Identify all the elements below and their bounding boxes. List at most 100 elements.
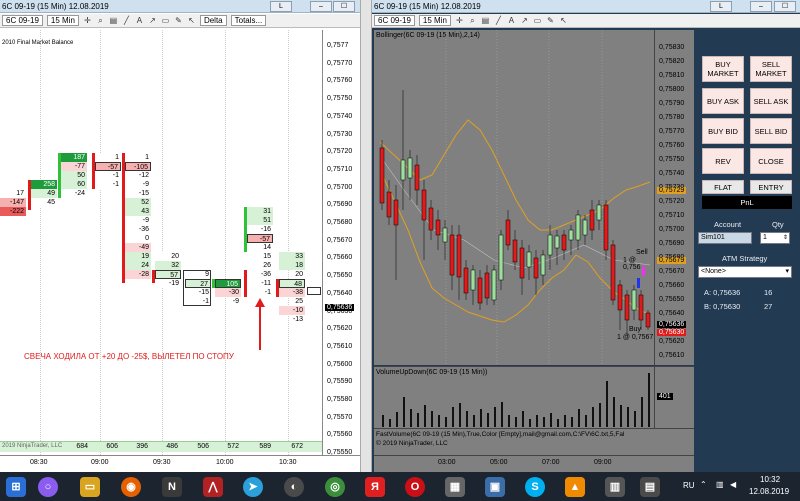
- delta-select[interactable]: Delta: [199, 15, 227, 26]
- price-tick-label: 0,75560: [327, 431, 353, 439]
- taskbar: ⊞ ○ ▭ ◉ N ⋀ ➤ ◐ ◎ Я O ▦ ▣ S ▲ ▥ ▤ RU ⌃ ▥…: [0, 472, 800, 501]
- right-price-axis[interactable]: 0,75830 0,75820 0,75810 0,75800 0,75790 0,757…: [654, 30, 694, 365]
- calculator-icon[interactable]: ▤: [640, 477, 660, 497]
- left-minimize-button[interactable]: –: [310, 1, 332, 12]
- price-chart[interactable]: Bollinger(6C 09-19 (15 Min),2,14) Sell 1…: [374, 30, 654, 365]
- left-interval-select[interactable]: 15 Min: [46, 15, 79, 26]
- account-select[interactable]: Sim101: [698, 232, 752, 244]
- ninjatrader-icon[interactable]: N: [162, 477, 182, 497]
- vlc-icon[interactable]: ▲: [565, 477, 585, 497]
- right-minimize-button[interactable]: –: [750, 1, 772, 12]
- time-label: 07:00: [542, 459, 560, 466]
- telegram-icon[interactable]: ➤: [243, 477, 263, 497]
- pointer-icon[interactable]: ↖: [559, 16, 568, 25]
- footprint-cell: 33: [279, 252, 305, 261]
- right-interval-select[interactable]: 15 Min: [418, 15, 451, 26]
- footer-line-2: © 2019 NinjaTrader, LLC: [376, 440, 448, 447]
- app-icon[interactable]: ▣: [485, 477, 505, 497]
- window-divider: [360, 0, 372, 472]
- footprint-cell: -36: [125, 225, 151, 234]
- trading-app-icon[interactable]: ⋀: [203, 477, 223, 497]
- price-tick-label: 0,75670: [659, 268, 685, 275]
- volume-axis: 401: [654, 366, 694, 428]
- app-icon[interactable]: ◐: [284, 477, 304, 497]
- buy-bid-button[interactable]: BUY BID: [702, 118, 744, 144]
- atm-select[interactable]: <None> ▾: [698, 266, 792, 278]
- yandex-icon[interactable]: Я: [365, 477, 385, 497]
- arrow-tool-icon[interactable]: ↗: [520, 16, 529, 25]
- crosshair-icon[interactable]: ✛: [83, 16, 92, 25]
- app-icon[interactable]: ▦: [445, 477, 465, 497]
- language-indicator[interactable]: RU: [683, 481, 695, 490]
- text-tool-icon[interactable]: A: [135, 16, 144, 25]
- tray-chevron-icon[interactable]: ⌃: [700, 480, 707, 489]
- volume-bars: [382, 373, 650, 427]
- right-instrument-select[interactable]: 6C 09-19: [374, 15, 415, 26]
- total-cell: 672: [291, 443, 303, 450]
- properties-icon[interactable]: ▤: [481, 16, 490, 25]
- alice-icon[interactable]: ○: [38, 477, 58, 497]
- bid-size: 27: [764, 302, 773, 311]
- footprint-cell: -30: [215, 288, 241, 297]
- qty-spinner-icon[interactable]: ⇕: [783, 233, 788, 243]
- left-window-button[interactable]: L: [270, 1, 292, 12]
- skype-icon[interactable]: S: [525, 477, 545, 497]
- crosshair-icon[interactable]: ✛: [455, 16, 464, 25]
- right-titlebar[interactable]: 6C 09-19 (15 Min) 12.08.2019 L – ☐: [372, 0, 800, 13]
- app-icon[interactable]: ▥: [605, 477, 625, 497]
- close-button[interactable]: CLOSE: [750, 148, 792, 174]
- windows-start-icon[interactable]: ⊞: [6, 477, 26, 497]
- qty-input[interactable]: 1 ⇕: [760, 232, 790, 244]
- price-tick-label: 0,75610: [659, 352, 685, 359]
- chrome-icon[interactable]: ◎: [325, 477, 345, 497]
- footprint-cell: 48: [279, 279, 305, 288]
- opera-icon[interactable]: O: [405, 477, 425, 497]
- totals-select[interactable]: Totals...: [230, 15, 267, 26]
- entry-button[interactable]: ENTRY: [750, 180, 792, 194]
- pencil-icon[interactable]: ✎: [174, 16, 183, 25]
- pencil-icon[interactable]: ✎: [546, 16, 555, 25]
- firefox-icon[interactable]: ◉: [121, 477, 141, 497]
- left-price-axis[interactable]: 0,7577 0,75770 0,75760 0,75750 0,75740 0,7573…: [322, 30, 360, 456]
- arrow-tool-icon[interactable]: ↗: [148, 16, 157, 25]
- rect-tool-icon[interactable]: ▭: [161, 16, 170, 25]
- left-maximize-button[interactable]: ☐: [333, 1, 355, 12]
- zoom-icon[interactable]: ⌕: [468, 16, 477, 25]
- text-tool-icon[interactable]: A: [507, 16, 516, 25]
- total-cell: 684: [76, 443, 88, 450]
- zoom-icon[interactable]: ⌕: [96, 16, 105, 25]
- volume-icon[interactable]: ◀: [730, 480, 736, 489]
- network-icon[interactable]: ▥: [716, 480, 724, 489]
- properties-icon[interactable]: ▤: [109, 16, 118, 25]
- right-maximize-button[interactable]: ☐: [774, 1, 796, 12]
- left-titlebar[interactable]: 6C 09-19 (15 Min) 12.08.2019 L – ☐: [0, 0, 360, 13]
- price-tick-label: 0,75690: [327, 201, 353, 209]
- draw-line-icon[interactable]: ╱: [494, 16, 503, 25]
- footprint-cell: -222: [0, 207, 26, 216]
- right-window-button[interactable]: L: [710, 1, 732, 12]
- sell-market-button[interactable]: SELL MARKET: [750, 56, 792, 82]
- volume-panel[interactable]: VolumeUpDown(6C 09-19 (15 Min)): [374, 366, 654, 428]
- footprint-plot[interactable]: 17 -147 -222 258 49 45 187 -77 50 60 -24…: [0, 30, 322, 455]
- time-label: 09:30: [153, 459, 171, 466]
- price-tick-label: 0,75760: [327, 77, 353, 85]
- clock-time[interactable]: 10:32: [760, 475, 780, 484]
- file-explorer-icon[interactable]: ▭: [80, 477, 100, 497]
- price-tick-label: 0,75740: [327, 112, 353, 120]
- sell-bid-button[interactable]: SELL BID: [750, 118, 792, 144]
- flat-button[interactable]: FLAT: [702, 180, 744, 194]
- footprint-cell: 258: [31, 180, 57, 189]
- draw-line-icon[interactable]: ╱: [122, 16, 131, 25]
- sell-ask-button[interactable]: SELL ASK: [750, 88, 792, 114]
- annotation-arrow: [259, 305, 261, 350]
- pointer-icon[interactable]: ↖: [187, 16, 196, 25]
- rect-tool-icon[interactable]: ▭: [533, 16, 542, 25]
- qty-label: Qty: [772, 220, 784, 229]
- price-tick-label: 0,75590: [327, 378, 353, 386]
- price-tick-label: 0,75570: [327, 413, 353, 421]
- left-instrument-select[interactable]: 6C 09-19: [2, 15, 43, 26]
- buy-market-button[interactable]: BUY MARKET: [702, 56, 744, 82]
- clock-date[interactable]: 12.08.2019: [749, 487, 789, 496]
- buy-ask-button[interactable]: BUY ASK: [702, 88, 744, 114]
- rev-button[interactable]: REV: [702, 148, 744, 174]
